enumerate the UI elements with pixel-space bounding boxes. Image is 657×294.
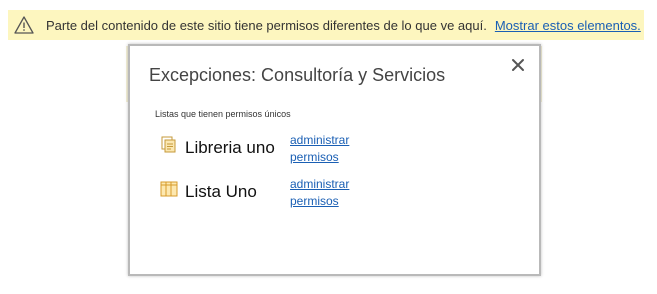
manage-permissions-link[interactable]: administrar permisos xyxy=(290,132,370,166)
list-name: Libreria uno xyxy=(185,138,275,157)
list-item: Lista Uno administrar permisos xyxy=(160,176,370,210)
dialog-title: Excepciones: Consultoría y Servicios xyxy=(149,65,446,85)
exceptions-dialog: Excepciones: Consultoría y Servicios Lis… xyxy=(128,44,541,276)
warning-icon xyxy=(14,16,34,34)
document-library-icon xyxy=(161,136,176,153)
close-icon[interactable] xyxy=(510,57,526,73)
lists-subheading: Listas que tienen permisos únicos xyxy=(155,109,291,119)
list-name: Lista Uno xyxy=(185,182,257,201)
list-icon xyxy=(160,181,178,197)
list-item: Libreria uno administrar permisos xyxy=(160,132,370,166)
permissions-warning-banner: Parte del contenido de este sitio tiene … xyxy=(8,10,644,40)
banner-message: Parte del contenido de este sitio tiene … xyxy=(46,17,487,33)
show-items-link[interactable]: Mostrar estos elementos. xyxy=(495,18,641,33)
manage-permissions-link[interactable]: administrar permisos xyxy=(290,176,370,210)
